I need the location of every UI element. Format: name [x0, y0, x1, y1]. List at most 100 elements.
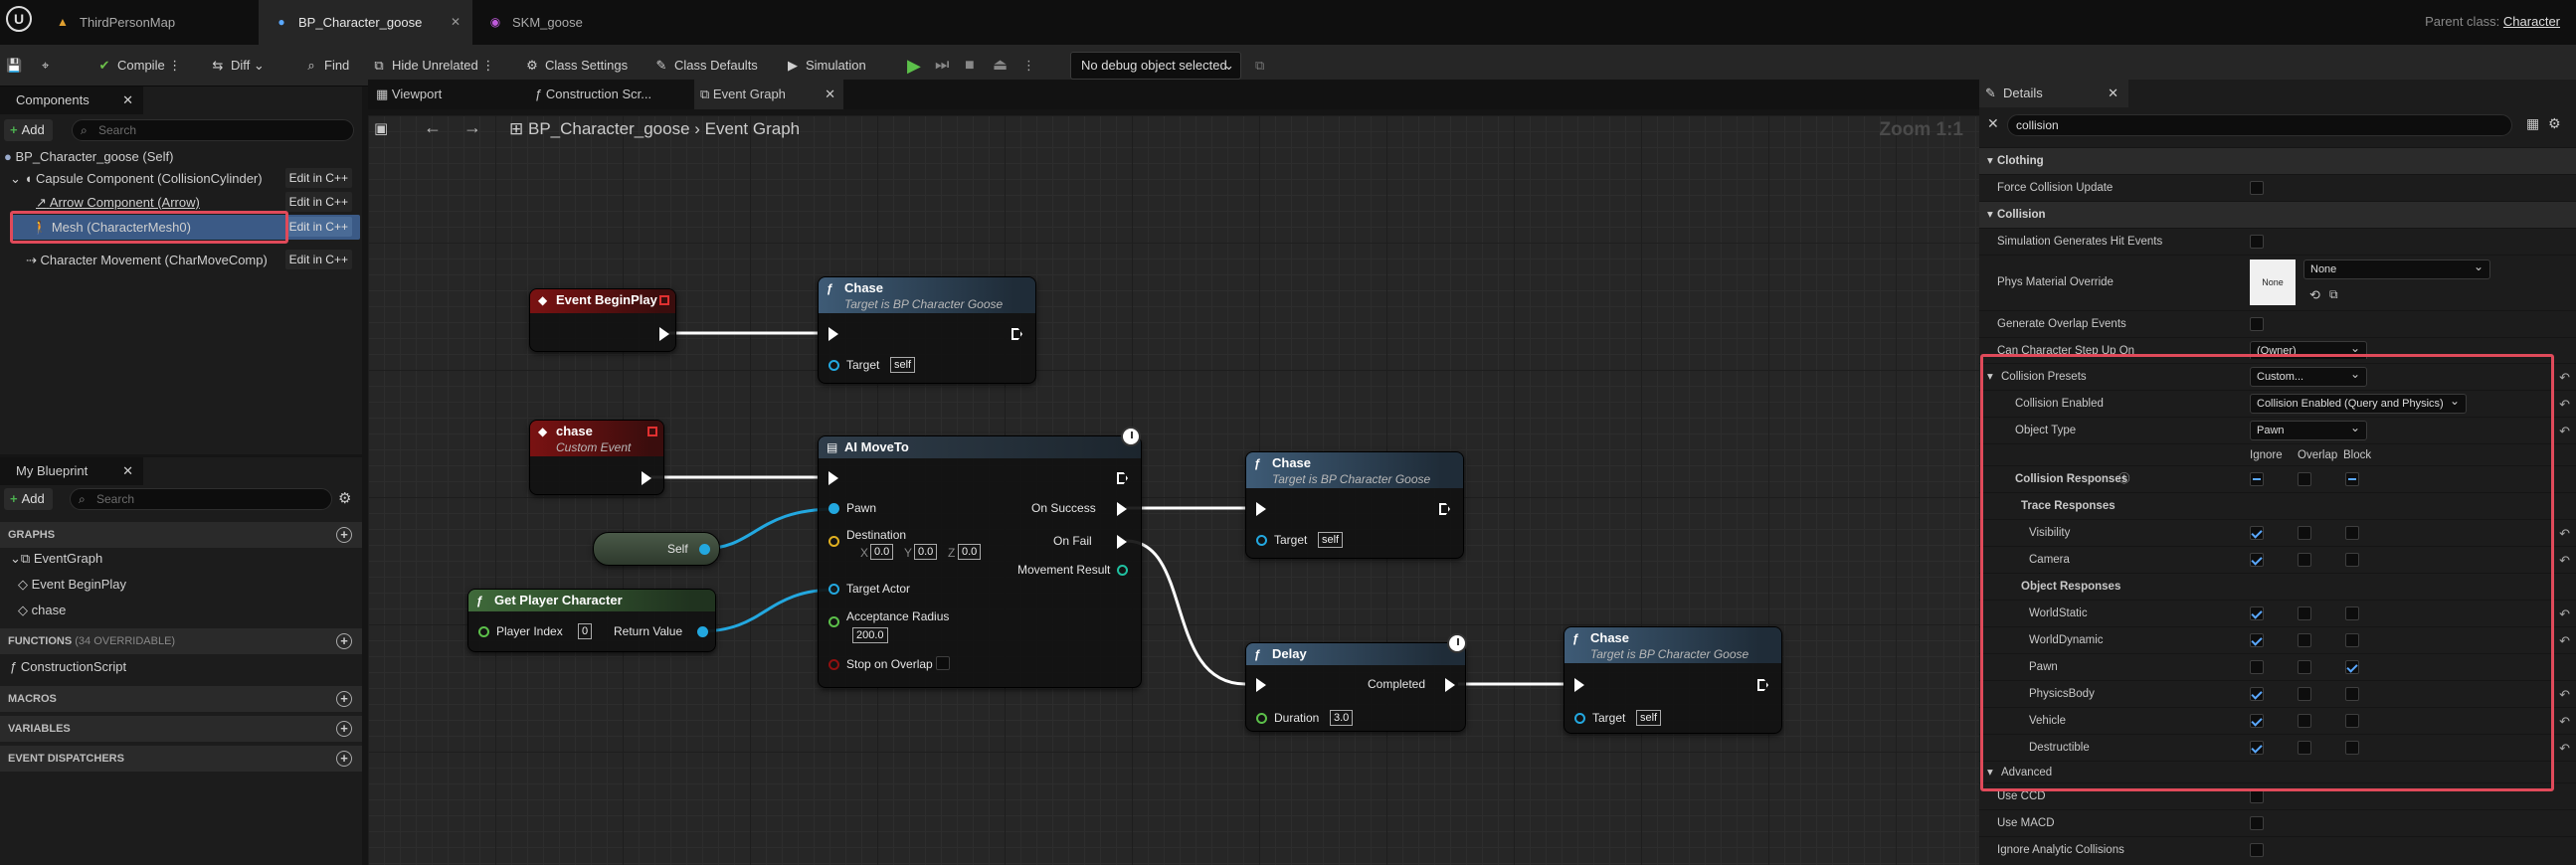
graph-chase[interactable]: ◇ chase: [18, 600, 66, 621]
edit-in-cpp-link[interactable]: Edit in C++: [284, 217, 352, 237]
reset-arrow-icon[interactable]: ↶: [2559, 601, 2570, 627]
target-value[interactable]: self: [1636, 710, 1662, 726]
reset-arrow-icon[interactable]: ↶: [2559, 681, 2570, 708]
graphs-section[interactable]: GRAPHS +: [0, 522, 362, 548]
ignore-analytic-checkbox[interactable]: [2250, 843, 2264, 857]
find-button[interactable]: ⌕ Find: [302, 54, 349, 78]
sim-hit-events-checkbox[interactable]: [2250, 235, 2264, 249]
play-options-icon[interactable]: ⋮: [1022, 54, 1035, 78]
use-ccd-checkbox[interactable]: [2250, 789, 2264, 803]
node-delay[interactable]: ƒ Delay Completed Duration 3.0: [1245, 633, 1467, 732]
hide-unrelated-button[interactable]: ⧉ Hide Unrelated ⋮: [370, 54, 494, 78]
class-settings-button[interactable]: ⚙ Class Settings: [523, 54, 628, 78]
my-blueprint-tab[interactable]: My Blueprint ✕: [0, 457, 143, 485]
graph-event-beginplay[interactable]: ◇ Event BeginPlay: [18, 574, 126, 596]
edit-in-cpp-link[interactable]: Edit in C++: [284, 192, 352, 212]
simulation-button[interactable]: ▶ Simulation: [784, 54, 866, 78]
category-collision[interactable]: ▾ Collision: [1979, 201, 2576, 228]
my-blueprint-search-input[interactable]: ⌕ Search: [70, 488, 332, 510]
target-value[interactable]: self: [1318, 532, 1344, 548]
force-collision-update-checkbox[interactable]: [2250, 181, 2264, 195]
exec-in-pin[interactable]: [1574, 678, 1584, 692]
phys-material-dropdown[interactable]: None: [2303, 258, 2490, 279]
reset-arrow-icon[interactable]: ↶: [2559, 735, 2570, 762]
stop-on-overlap-pin[interactable]: [828, 659, 839, 670]
duration-pin[interactable]: [1256, 713, 1267, 724]
close-icon[interactable]: ✕: [825, 80, 835, 109]
target-value[interactable]: self: [890, 357, 916, 373]
node-chase-2[interactable]: ƒ Chase Target is BP Character Goose Targe…: [1245, 451, 1464, 559]
node-chase-3[interactable]: ƒ Chase Target is BP Character Goose Targe…: [1564, 626, 1782, 734]
exec-out-pin[interactable]: [642, 471, 651, 485]
class-defaults-button[interactable]: ✎ Class Defaults: [652, 54, 758, 78]
movement-result-pin[interactable]: [1117, 565, 1128, 576]
return-value-pin[interactable]: [697, 626, 708, 637]
event-dispatchers-section[interactable]: EVENT DISPATCHERS +: [0, 746, 362, 772]
tab-thirdpersonmap[interactable]: ▲ ThirdPersonMap: [40, 0, 259, 45]
compile-button[interactable]: ✔ Compile ⋮: [95, 54, 182, 78]
debug-select-icon[interactable]: ⧉: [1255, 54, 1264, 78]
tab-construction-script[interactable]: ƒ Construction Scr...: [535, 80, 684, 109]
use-macd-checkbox[interactable]: [2250, 816, 2264, 830]
reset-arrow-icon[interactable]: ↶: [2559, 364, 2570, 391]
exec-out-pin[interactable]: [1439, 503, 1450, 515]
generate-overlap-checkbox[interactable]: [2250, 317, 2264, 331]
details-tab[interactable]: ✎ Details ✕: [1979, 80, 2128, 107]
node-chase-custom-event[interactable]: ◆ chase Custom Event: [529, 420, 664, 495]
reset-arrow-icon[interactable]: ↶: [2559, 708, 2570, 735]
target-pin[interactable]: [1574, 713, 1585, 724]
target-actor-pin[interactable]: [828, 584, 839, 595]
event-graph-canvas[interactable]: ▣ ← → ⊞ BP_Character_goose › Event Graph…: [368, 115, 1979, 865]
eject-icon[interactable]: ⏏: [993, 54, 1008, 78]
browse-asset-icon[interactable]: ⧉: [2329, 281, 2338, 308]
add-function-icon[interactable]: +: [336, 633, 352, 649]
pawn-pin[interactable]: [828, 503, 839, 514]
delegate-pin-icon[interactable]: [647, 427, 657, 436]
macros-section[interactable]: MACROS +: [0, 686, 362, 712]
tab-viewport[interactable]: ▦ Viewport: [376, 80, 525, 109]
add-macro-icon[interactable]: +: [336, 691, 352, 707]
gear-icon[interactable]: ⚙: [338, 489, 351, 507]
details-search-input[interactable]: collision: [2007, 114, 2512, 136]
completed-pin[interactable]: [1445, 678, 1455, 692]
target-pin[interactable]: [1256, 535, 1267, 546]
reset-arrow-icon[interactable]: ↶: [2559, 391, 2570, 418]
step-icon[interactable]: ⏭: [935, 54, 949, 78]
node-chase-1[interactable]: ƒ Chase Target is BP Character Goose Targe…: [818, 276, 1036, 384]
component-character-movement[interactable]: ⇢ Character Movement (CharMoveComp) Edit …: [26, 250, 360, 271]
reset-arrow-icon[interactable]: ↶: [2559, 418, 2570, 444]
unreal-logo-icon[interactable]: U: [6, 6, 32, 32]
functions-section[interactable]: FUNCTIONS (34 OVERRIDABLE) +: [0, 628, 362, 654]
close-icon[interactable]: ✕: [122, 457, 133, 485]
node-event-beginplay[interactable]: ◆ Event BeginPlay: [529, 288, 676, 352]
close-tab-icon[interactable]: ✕: [451, 0, 460, 45]
add-component-button[interactable]: + Add: [4, 119, 53, 141]
duration-value[interactable]: 3.0: [1330, 710, 1354, 726]
tab-event-graph[interactable]: ⧉ Event Graph ✕: [694, 80, 843, 109]
destination-y[interactable]: 0.0: [914, 544, 938, 560]
stop-on-overlap-checkbox[interactable]: [936, 656, 950, 670]
exec-out-pin[interactable]: [1117, 472, 1128, 484]
player-index-value[interactable]: 0: [578, 623, 593, 639]
phys-material-thumbnail[interactable]: None: [2250, 260, 2296, 305]
on-fail-pin[interactable]: [1117, 535, 1127, 549]
component-self[interactable]: ● BP_Character_goose (Self): [4, 146, 358, 168]
destination-z[interactable]: 0.0: [958, 544, 982, 560]
graph-eventgraph[interactable]: ⌄⧉ EventGraph: [10, 548, 102, 570]
acceptance-radius-value[interactable]: 200.0: [852, 627, 888, 643]
on-success-pin[interactable]: [1117, 502, 1127, 516]
diff-button[interactable]: ⇆ Diff ⌄: [209, 54, 265, 78]
exec-in-pin[interactable]: [828, 471, 838, 485]
function-constructionscript[interactable]: ƒ ConstructionScript: [10, 656, 126, 678]
component-capsule[interactable]: ⌄ ◖ Capsule Component (CollisionCylinder…: [10, 168, 360, 190]
node-self[interactable]: Self: [593, 532, 720, 566]
close-icon[interactable]: ✕: [122, 86, 133, 114]
exec-in-pin[interactable]: [1256, 678, 1266, 692]
delegate-pin-icon[interactable]: [659, 295, 669, 305]
debug-object-dropdown[interactable]: No debug object selected ⌄: [1070, 52, 1241, 80]
browse-icon[interactable]: ⌖: [42, 54, 49, 78]
add-blueprint-item-button[interactable]: + Add: [4, 488, 53, 510]
edit-in-cpp-link[interactable]: Edit in C++: [284, 168, 352, 188]
table-view-icon[interactable]: ▦: [2526, 115, 2539, 132]
exec-in-pin[interactable]: [828, 327, 838, 341]
